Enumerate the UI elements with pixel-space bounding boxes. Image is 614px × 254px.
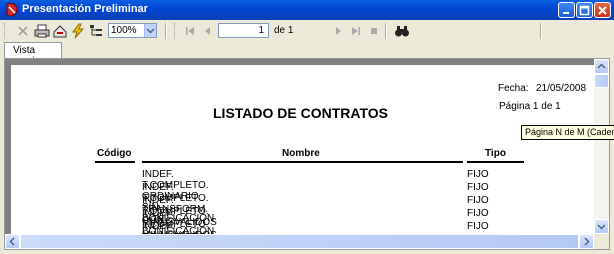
chevron-left-icon <box>9 237 15 246</box>
page-count-label: de 1 <box>274 25 294 36</box>
toolbar-separator <box>165 23 167 39</box>
row-tipo: FIJO <box>467 221 489 232</box>
close-icon[interactable] <box>15 23 31 39</box>
binoculars-icon[interactable] <box>394 23 410 39</box>
vertical-scroll-thumb[interactable] <box>594 74 609 88</box>
header-rule <box>142 161 463 163</box>
title-bar: Presentación Preliminar <box>0 0 614 20</box>
fecha-label: Fecha: <box>498 83 529 94</box>
close-button[interactable] <box>594 2 611 18</box>
scroll-down-button[interactable] <box>594 219 609 234</box>
prev-page-icon[interactable] <box>200 23 216 39</box>
toolbar-grip[interactable] <box>4 23 8 39</box>
window-title: Presentación Preliminar <box>22 3 148 15</box>
header-rule <box>467 161 524 163</box>
print-icon[interactable] <box>34 23 50 39</box>
tab-strip: Vista previa <box>0 42 614 67</box>
chevron-down-icon[interactable] <box>144 24 156 37</box>
row-nombre: INDEF. T.COMPLETO. TRANSFORM. MINUSVALID… <box>142 221 209 235</box>
row-tipo: FIJO <box>467 208 489 219</box>
vertical-scrollbar[interactable] <box>594 59 609 234</box>
preview-pane: Fecha: 21/05/2008 Página 1 de 1 LISTADO … <box>4 58 610 250</box>
column-header-codigo: Código <box>97 148 132 159</box>
maximize-button[interactable] <box>576 2 593 18</box>
page-number-input[interactable]: 1 <box>218 23 269 38</box>
minimize-icon <box>563 12 569 14</box>
report-page: Fecha: 21/05/2008 Página 1 de 1 LISTADO … <box>11 65 599 235</box>
horizontal-scrollbar[interactable] <box>5 234 594 249</box>
lightning-icon[interactable] <box>70 23 86 39</box>
zoom-select[interactable]: 100% <box>108 23 157 38</box>
report-title: LISTADO DE CONTRATOS <box>213 105 388 121</box>
export-icon[interactable] <box>52 23 68 39</box>
stop-icon[interactable] <box>366 23 382 39</box>
toolbar-separator <box>540 23 542 39</box>
window-close-icon <box>598 6 607 15</box>
page-number-value: 1 <box>258 25 264 36</box>
toolbar: 100% 1 de 1 <box>0 20 614 43</box>
app-icon <box>6 3 18 17</box>
zoom-value: 100% <box>111 25 137 36</box>
fecha-value: 21/05/2008 <box>536 83 587 94</box>
chevron-down-icon <box>597 224 606 230</box>
row-tipo: FIJO <box>467 182 489 193</box>
horizontal-scroll-thumb[interactable] <box>20 234 579 249</box>
minimize-button[interactable] <box>558 2 575 18</box>
column-header-tipo: Tipo <box>485 148 506 159</box>
scroll-right-button[interactable] <box>579 234 594 249</box>
scroll-up-button[interactable] <box>594 59 609 74</box>
chevron-up-icon <box>597 63 606 69</box>
toolbar-separator <box>385 23 387 39</box>
first-page-icon[interactable] <box>182 23 198 39</box>
next-page-icon[interactable] <box>330 23 346 39</box>
column-header-nombre: Nombre <box>282 148 320 159</box>
last-page-icon[interactable] <box>348 23 364 39</box>
toolbar-grip[interactable] <box>174 23 178 39</box>
maximize-icon <box>579 5 590 16</box>
row-tipo: FIJO <box>467 195 489 206</box>
scroll-left-button[interactable] <box>5 234 20 249</box>
header-rule <box>95 161 135 163</box>
tab-vista-previa[interactable]: Vista previa <box>4 42 62 67</box>
row-tipo: FIJO <box>467 169 489 180</box>
pagina-label: Página 1 de 1 <box>499 101 561 112</box>
tooltip: Página N de M (Cadena) <box>521 125 614 140</box>
tree-icon[interactable] <box>88 23 104 39</box>
chevron-right-icon <box>584 237 590 246</box>
scrollbar-corner <box>594 234 609 249</box>
